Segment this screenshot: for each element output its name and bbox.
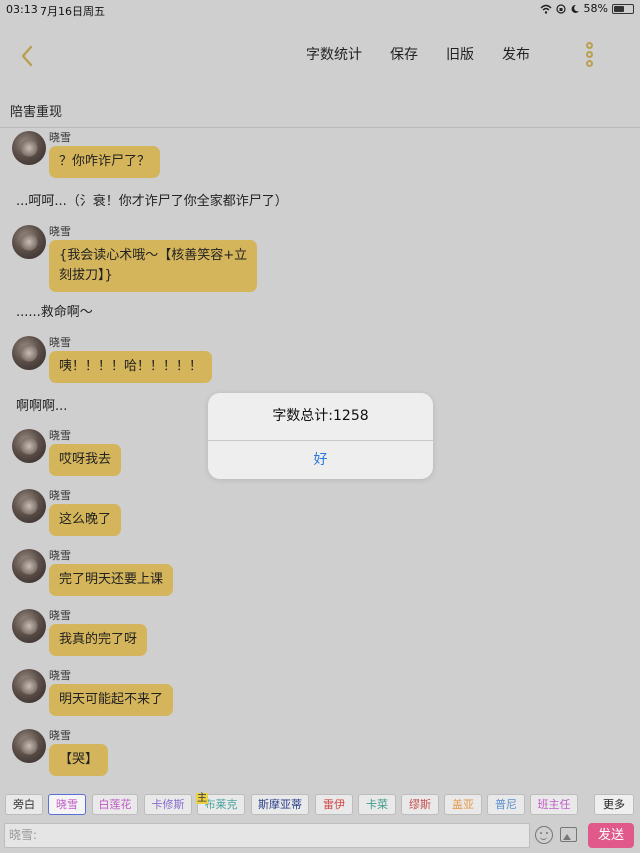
alert-ok-button[interactable]: 好	[208, 441, 433, 479]
message-bubble[interactable]: 哎呀我去	[49, 444, 122, 476]
character-chip-label: 卡修斯	[151, 798, 185, 811]
character-chip-label: 卡菜	[366, 798, 388, 811]
input-row: 晓雪: 发送	[0, 820, 640, 853]
sender-name: 晓雪	[49, 549, 71, 562]
character-chip[interactable]: 卡菜	[358, 794, 396, 815]
save-button[interactable]: 保存	[390, 44, 418, 64]
alert-message: 字数总计:1258	[272, 408, 369, 424]
avatar[interactable]	[12, 549, 46, 583]
character-chip-label: 布莱克	[204, 798, 238, 811]
sender-name: 晓雪	[49, 336, 71, 349]
message-bubble[interactable]: 明天可能起不来了	[49, 684, 174, 716]
character-chip[interactable]: 班主任	[530, 794, 578, 815]
sender-name: 晓雪	[49, 669, 71, 682]
sender-name: 晓雪	[49, 225, 71, 238]
avatar[interactable]	[12, 729, 46, 763]
message-bubble[interactable]: 完了明天还要上课	[49, 564, 174, 596]
narration-text[interactable]: 啊啊啊...	[16, 395, 67, 414]
message-bubble[interactable]: ？你咋诈尸了？	[49, 146, 161, 178]
battery-percent: 58%	[583, 2, 608, 15]
avatar[interactable]	[12, 131, 46, 165]
message-bubble[interactable]: 我真的完了呀	[49, 624, 148, 656]
sender-name: 晓雪	[49, 729, 71, 742]
more-label: 更多	[603, 798, 625, 811]
narration-text[interactable]: ...呵呵...（氵衰！你才诈尸了你全家都诈尸了）	[16, 190, 288, 209]
character-chip-label: 盖亚	[452, 798, 474, 811]
sender-name: 晓雪	[49, 131, 71, 144]
top-toolbar: 字数统计 保存 旧版 发布	[0, 18, 640, 90]
main-character-badge: 主	[196, 793, 208, 804]
status-indicators: 58%	[540, 2, 634, 15]
character-chip[interactable]: 旁白	[5, 794, 43, 815]
character-chip-label: 缪斯	[409, 798, 431, 811]
character-chip[interactable]: 白莲花	[92, 794, 138, 815]
avatar[interactable]	[12, 429, 46, 463]
message-bubble[interactable]: 【哭】	[49, 744, 109, 776]
character-chip[interactable]: 雷伊	[315, 794, 353, 815]
message-bubble[interactable]: {我会读心术哦～【核善笑容+立 刻拔刀】}	[49, 240, 258, 292]
sender-name: 晓雪	[49, 489, 71, 502]
character-chip-selected[interactable]: 晓雪	[48, 794, 86, 815]
word-count-button[interactable]: 字数统计	[306, 44, 362, 64]
wifi-icon	[540, 4, 552, 14]
character-chip[interactable]: 盖亚	[444, 794, 482, 815]
lock-rotation-icon	[555, 3, 566, 14]
character-chip[interactable]: 斯摩亚蒂	[251, 794, 309, 815]
character-chip[interactable]: 卡修斯	[144, 794, 192, 815]
message-bubble[interactable]: 这么晚了	[49, 504, 122, 536]
character-chip-label: 白莲花	[98, 798, 132, 811]
message-line: {我会读心术哦～【核善笑容+立	[59, 248, 248, 263]
page-title: 陪害重现	[10, 105, 63, 120]
message-input[interactable]: 晓雪:	[4, 823, 530, 848]
character-chip-label: 班主任	[537, 798, 571, 811]
status-bar: 03:13 7月16日周五 58%	[0, 0, 640, 18]
battery-icon	[612, 3, 634, 14]
character-chip[interactable]: 缪斯	[401, 794, 439, 815]
avatar[interactable]	[12, 609, 46, 643]
message-line: 刻拔刀】}	[59, 268, 113, 283]
character-selector: 旁白 晓雪 白莲花 卡修斯 布莱克 斯摩亚蒂 雷伊 卡菜 缪斯 盖亚 普尼 班主…	[0, 791, 640, 819]
status-time: 03:13	[6, 3, 38, 16]
avatar[interactable]	[12, 489, 46, 523]
emoji-icon[interactable]	[535, 826, 553, 844]
avatar[interactable]	[12, 336, 46, 370]
send-button[interactable]: 发送	[588, 823, 634, 848]
character-chip-label: 旁白	[13, 798, 35, 811]
character-chip[interactable]: 普尼	[487, 794, 525, 815]
more-options-icon[interactable]	[582, 40, 596, 72]
message-bubble[interactable]: 咦！！！！哈！！！！！	[49, 351, 213, 383]
narration-text[interactable]: ......救命啊～	[16, 301, 93, 320]
avatar[interactable]	[12, 225, 46, 259]
divider	[0, 127, 640, 128]
avatar[interactable]	[12, 669, 46, 703]
publish-button[interactable]: 发布	[502, 44, 530, 64]
character-chip-label: 斯摩亚蒂	[258, 798, 302, 811]
old-version-button[interactable]: 旧版	[446, 44, 474, 64]
sender-name: 晓雪	[49, 609, 71, 622]
back-chevron-icon[interactable]	[16, 44, 40, 68]
moon-icon	[571, 4, 579, 13]
status-date: 7月16日周五	[40, 5, 105, 18]
character-chip-label: 晓雪	[56, 798, 78, 811]
character-chip-label: 普尼	[495, 798, 517, 811]
sender-name: 晓雪	[49, 429, 71, 442]
more-characters-button[interactable]: 更多	[594, 794, 634, 815]
word-count-alert: 字数总计:1258 好	[208, 393, 433, 479]
image-icon[interactable]	[560, 827, 577, 842]
character-chip-label: 雷伊	[323, 798, 345, 811]
